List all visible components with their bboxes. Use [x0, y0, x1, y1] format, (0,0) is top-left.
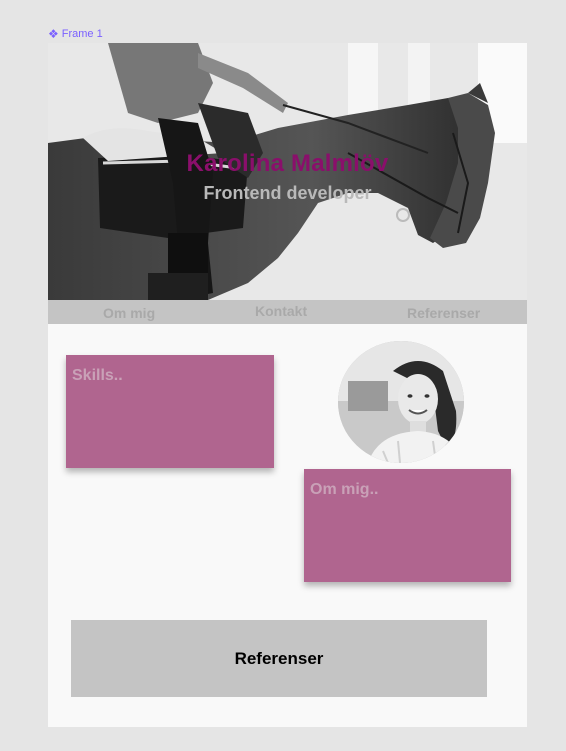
avatar	[338, 341, 464, 463]
references-button-label: Referenser	[234, 648, 324, 668]
component-icon: ❖	[48, 27, 59, 41]
skills-card: Skills..	[66, 355, 274, 468]
references-button[interactable]: Referenser	[71, 620, 487, 697]
frame-label-text: Frame 1	[61, 28, 103, 40]
nav-item-referenser[interactable]: Referenser	[407, 305, 480, 321]
skills-card-title: Skills..	[72, 367, 123, 384]
hero-subtitle: Frontend developer	[203, 183, 372, 203]
nav-item-kontakt[interactable]: Kontakt	[255, 303, 307, 319]
about-card: Om mig..	[304, 469, 511, 582]
nav-bar: Om mig Kontakt Referenser	[48, 300, 527, 324]
hero-banner: Karolina Malmlöv Frontend developer	[48, 43, 527, 300]
nav-item-om-mig[interactable]: Om mig	[103, 305, 155, 321]
frame-label[interactable]: ❖ Frame 1	[48, 28, 103, 40]
profile-photo	[338, 341, 464, 463]
hero-name: Karolina Malmlöv	[186, 150, 389, 177]
about-card-title: Om mig..	[310, 481, 379, 498]
frame-canvas: Karolina Malmlöv Frontend developer Om m…	[48, 43, 527, 727]
